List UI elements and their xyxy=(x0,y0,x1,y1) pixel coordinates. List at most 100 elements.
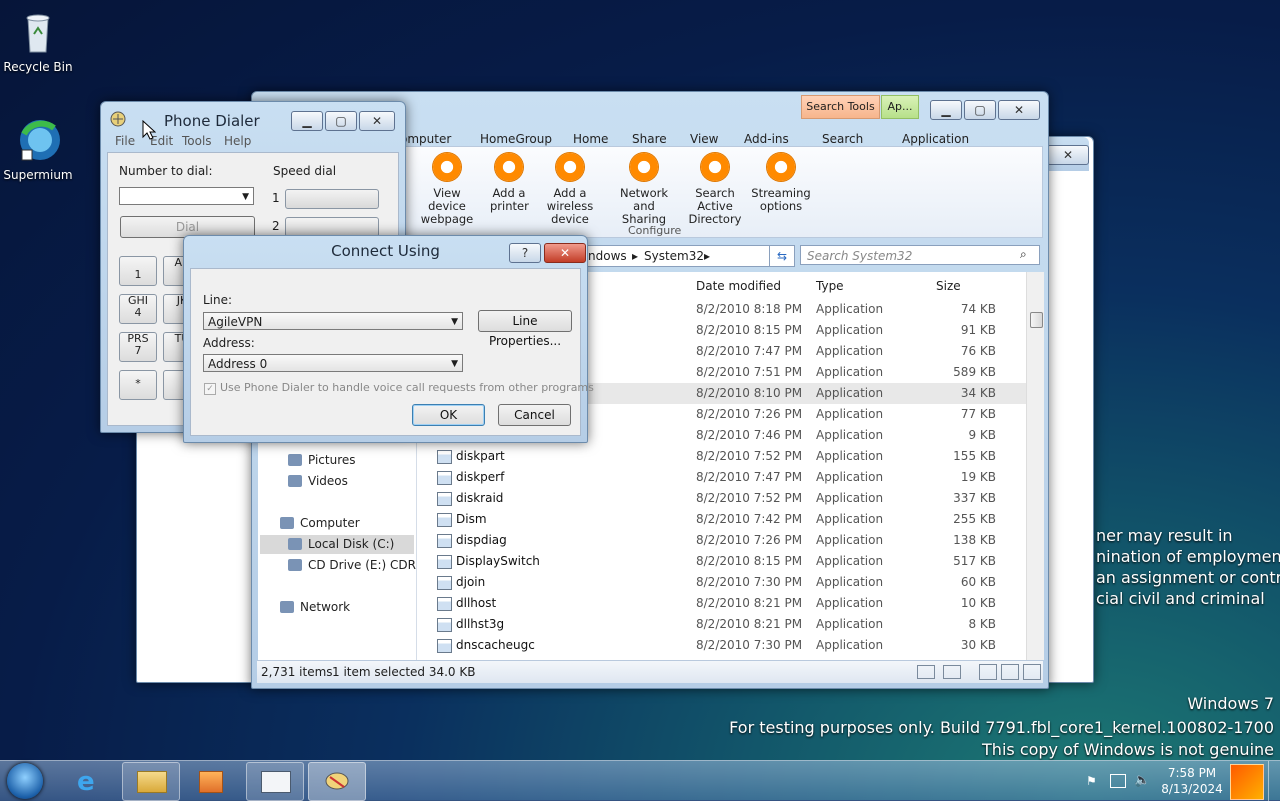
network-tray-icon[interactable] xyxy=(1110,774,1126,788)
refresh-icon[interactable]: ⇆ xyxy=(769,245,795,267)
close-icon[interactable]: ✕ xyxy=(359,111,395,131)
close-icon[interactable]: ✕ xyxy=(1047,145,1089,165)
number-to-dial-input[interactable]: ▼ xyxy=(119,187,254,205)
file-type: Application xyxy=(816,470,884,484)
taskbar-control-panel[interactable] xyxy=(246,762,304,801)
volume-muted-icon[interactable]: 🔈 xyxy=(1134,773,1150,788)
navigation-pane-icon[interactable] xyxy=(1023,664,1041,680)
nav-item-videos[interactable]: Videos xyxy=(288,474,348,488)
menu-file[interactable]: File xyxy=(115,134,135,148)
table-row[interactable]: diskraid 8/2/2010 7:52 PM Application 337 K… xyxy=(417,488,1026,509)
connect-using-dialog[interactable]: Connect Using ? ✕ Line: AgileVPN ▼ Line P… xyxy=(183,235,594,443)
tab-search[interactable]: Search xyxy=(822,132,863,146)
tab-computer[interactable]: omputer xyxy=(400,132,451,146)
file-size: 30 KB xyxy=(960,638,996,652)
line-properties-button[interactable]: Line Properties... xyxy=(478,310,572,348)
column-size[interactable]: Size xyxy=(936,279,961,293)
table-row[interactable]: diskpart 8/2/2010 7:52 PM Application 155 K… xyxy=(417,446,1026,467)
search-tools-context-tab[interactable]: Search Tools xyxy=(801,95,880,119)
ok-button[interactable]: OK xyxy=(412,404,485,426)
desktop-icon-recycle-bin[interactable]: Recycle Bin xyxy=(0,8,76,74)
dialog-body: Line: AgileVPN ▼ Line Properties... Addre… xyxy=(190,268,594,436)
column-date-modified[interactable]: Date modified xyxy=(696,279,781,293)
menu-help[interactable]: Help xyxy=(224,134,251,148)
maximize-icon[interactable]: ▢ xyxy=(325,111,357,131)
application-file-icon xyxy=(437,471,452,485)
tab-home[interactable]: Home xyxy=(573,132,608,146)
help-icon[interactable]: ? xyxy=(509,243,541,263)
scrollbar-thumb[interactable] xyxy=(1030,312,1043,328)
network-and-sharing-button[interactable]: Network and Sharing xyxy=(611,153,677,226)
file-date: 8/2/2010 7:52 PM xyxy=(696,491,803,505)
dial-key-4[interactable]: GHI 4 xyxy=(119,294,157,324)
desktop-icon-label: Supermium xyxy=(3,168,73,182)
tab-add-ins[interactable]: Add-ins xyxy=(744,132,789,146)
tab-share[interactable]: Share xyxy=(632,132,667,146)
file-type: Application xyxy=(816,596,884,610)
line-select[interactable]: AgileVPN ▼ xyxy=(203,312,463,330)
add-wireless-device-button[interactable]: Add a wireless device xyxy=(532,153,608,226)
menu-tools[interactable]: Tools xyxy=(182,134,212,148)
nav-item-computer[interactable]: Computer xyxy=(280,516,360,530)
table-row[interactable]: djoin 8/2/2010 7:30 PM Application 60 KB xyxy=(417,572,1026,593)
table-row[interactable]: dnscacheugc 8/2/2010 7:30 PM Application 30… xyxy=(417,635,1026,656)
preview-pane-icon[interactable] xyxy=(979,664,997,680)
handle-calls-checkbox[interactable]: ✓ xyxy=(204,383,216,395)
table-row[interactable]: DisplaySwitch 8/2/2010 8:15 PM Application… xyxy=(417,551,1026,572)
taskbar-windows-explorer[interactable] xyxy=(122,762,180,801)
search-input[interactable]: Search System32 xyxy=(800,245,1040,265)
breadcrumb-segment[interactable]: ndows xyxy=(588,246,627,266)
chevron-down-icon[interactable]: ▼ xyxy=(451,355,458,373)
dial-key-7[interactable]: PRS 7 xyxy=(119,332,157,362)
nav-item-network[interactable]: Network xyxy=(280,600,350,614)
nav-item-local-disk[interactable]: Local Disk (C:) xyxy=(260,535,414,554)
application-file-icon xyxy=(437,492,452,506)
details-pane-icon[interactable] xyxy=(1001,664,1019,680)
tab-view[interactable]: View xyxy=(690,132,718,146)
minimize-icon[interactable]: ▁ xyxy=(930,100,962,120)
app-tools-context-tab[interactable]: Ap... xyxy=(881,95,919,119)
scrollbar[interactable] xyxy=(1026,272,1044,660)
start-orb-icon[interactable] xyxy=(7,763,43,799)
action-center-flag-icon[interactable]: ⚑ xyxy=(1086,774,1098,788)
streaming-options-button[interactable]: Streaming options xyxy=(751,153,811,213)
speed-dial-button-2[interactable] xyxy=(285,217,379,237)
address-bar[interactable]: ndows ▸ System32 ▸ ▼ xyxy=(587,245,795,267)
add-printer-button[interactable]: Add a printer xyxy=(490,153,529,213)
taskbar-phone-dialer[interactable] xyxy=(308,762,366,801)
column-type[interactable]: Type xyxy=(816,279,844,293)
close-icon[interactable]: ✕ xyxy=(544,243,586,263)
chevron-down-icon[interactable]: ▼ xyxy=(242,188,249,206)
address-select[interactable]: Address 0 ▼ xyxy=(203,354,463,372)
minimize-icon[interactable]: ▁ xyxy=(291,111,323,131)
cancel-button[interactable]: Cancel xyxy=(498,404,571,426)
taskbar-internet-explorer[interactable]: e xyxy=(62,762,120,801)
table-row[interactable]: Dism 8/2/2010 7:42 PM Application 255 KB xyxy=(417,509,1026,530)
nav-item-pictures[interactable]: Pictures xyxy=(288,453,356,467)
clock[interactable]: 7:58 PM 8/13/2024 xyxy=(1150,765,1234,797)
speed-dial-button-1[interactable] xyxy=(285,189,379,209)
table-row[interactable]: dllhst3g 8/2/2010 8:21 PM Application 8 KB xyxy=(417,614,1026,635)
dial-key-1[interactable]: 1 xyxy=(119,256,157,286)
details-view-icon[interactable] xyxy=(917,665,935,679)
tab-homegroup[interactable]: HomeGroup xyxy=(480,132,552,146)
taskbar-media-player[interactable] xyxy=(182,762,240,801)
desktop-icon-supermium[interactable]: Supermium xyxy=(0,116,76,182)
tab-application[interactable]: Application xyxy=(902,132,969,146)
dial-key-star[interactable]: * xyxy=(119,370,157,400)
breadcrumb-segment[interactable]: System32 xyxy=(644,246,704,266)
view-device-webpage-button[interactable]: View device webpage xyxy=(413,153,481,226)
show-desktop-button[interactable] xyxy=(1268,761,1280,801)
file-type: Application xyxy=(816,365,884,379)
chevron-down-icon[interactable]: ▼ xyxy=(451,313,458,331)
search-active-directory-button[interactable]: Search Active Directory xyxy=(678,153,752,226)
table-row[interactable]: diskperf 8/2/2010 7:47 PM Application 19 KB xyxy=(417,467,1026,488)
maximize-icon[interactable]: ▢ xyxy=(964,100,996,120)
search-icon[interactable]: ⌕ xyxy=(1020,247,1027,262)
nav-item-cd-drive[interactable]: CD Drive (E:) CDROM xyxy=(288,558,416,572)
close-icon[interactable]: ✕ xyxy=(998,100,1040,120)
large-icons-view-icon[interactable] xyxy=(943,665,961,679)
user-tile-icon[interactable] xyxy=(1230,764,1264,800)
table-row[interactable]: dispdiag 8/2/2010 7:26 PM Application 138 K… xyxy=(417,530,1026,551)
table-row[interactable]: dllhost 8/2/2010 8:21 PM Application 10 KB xyxy=(417,593,1026,614)
